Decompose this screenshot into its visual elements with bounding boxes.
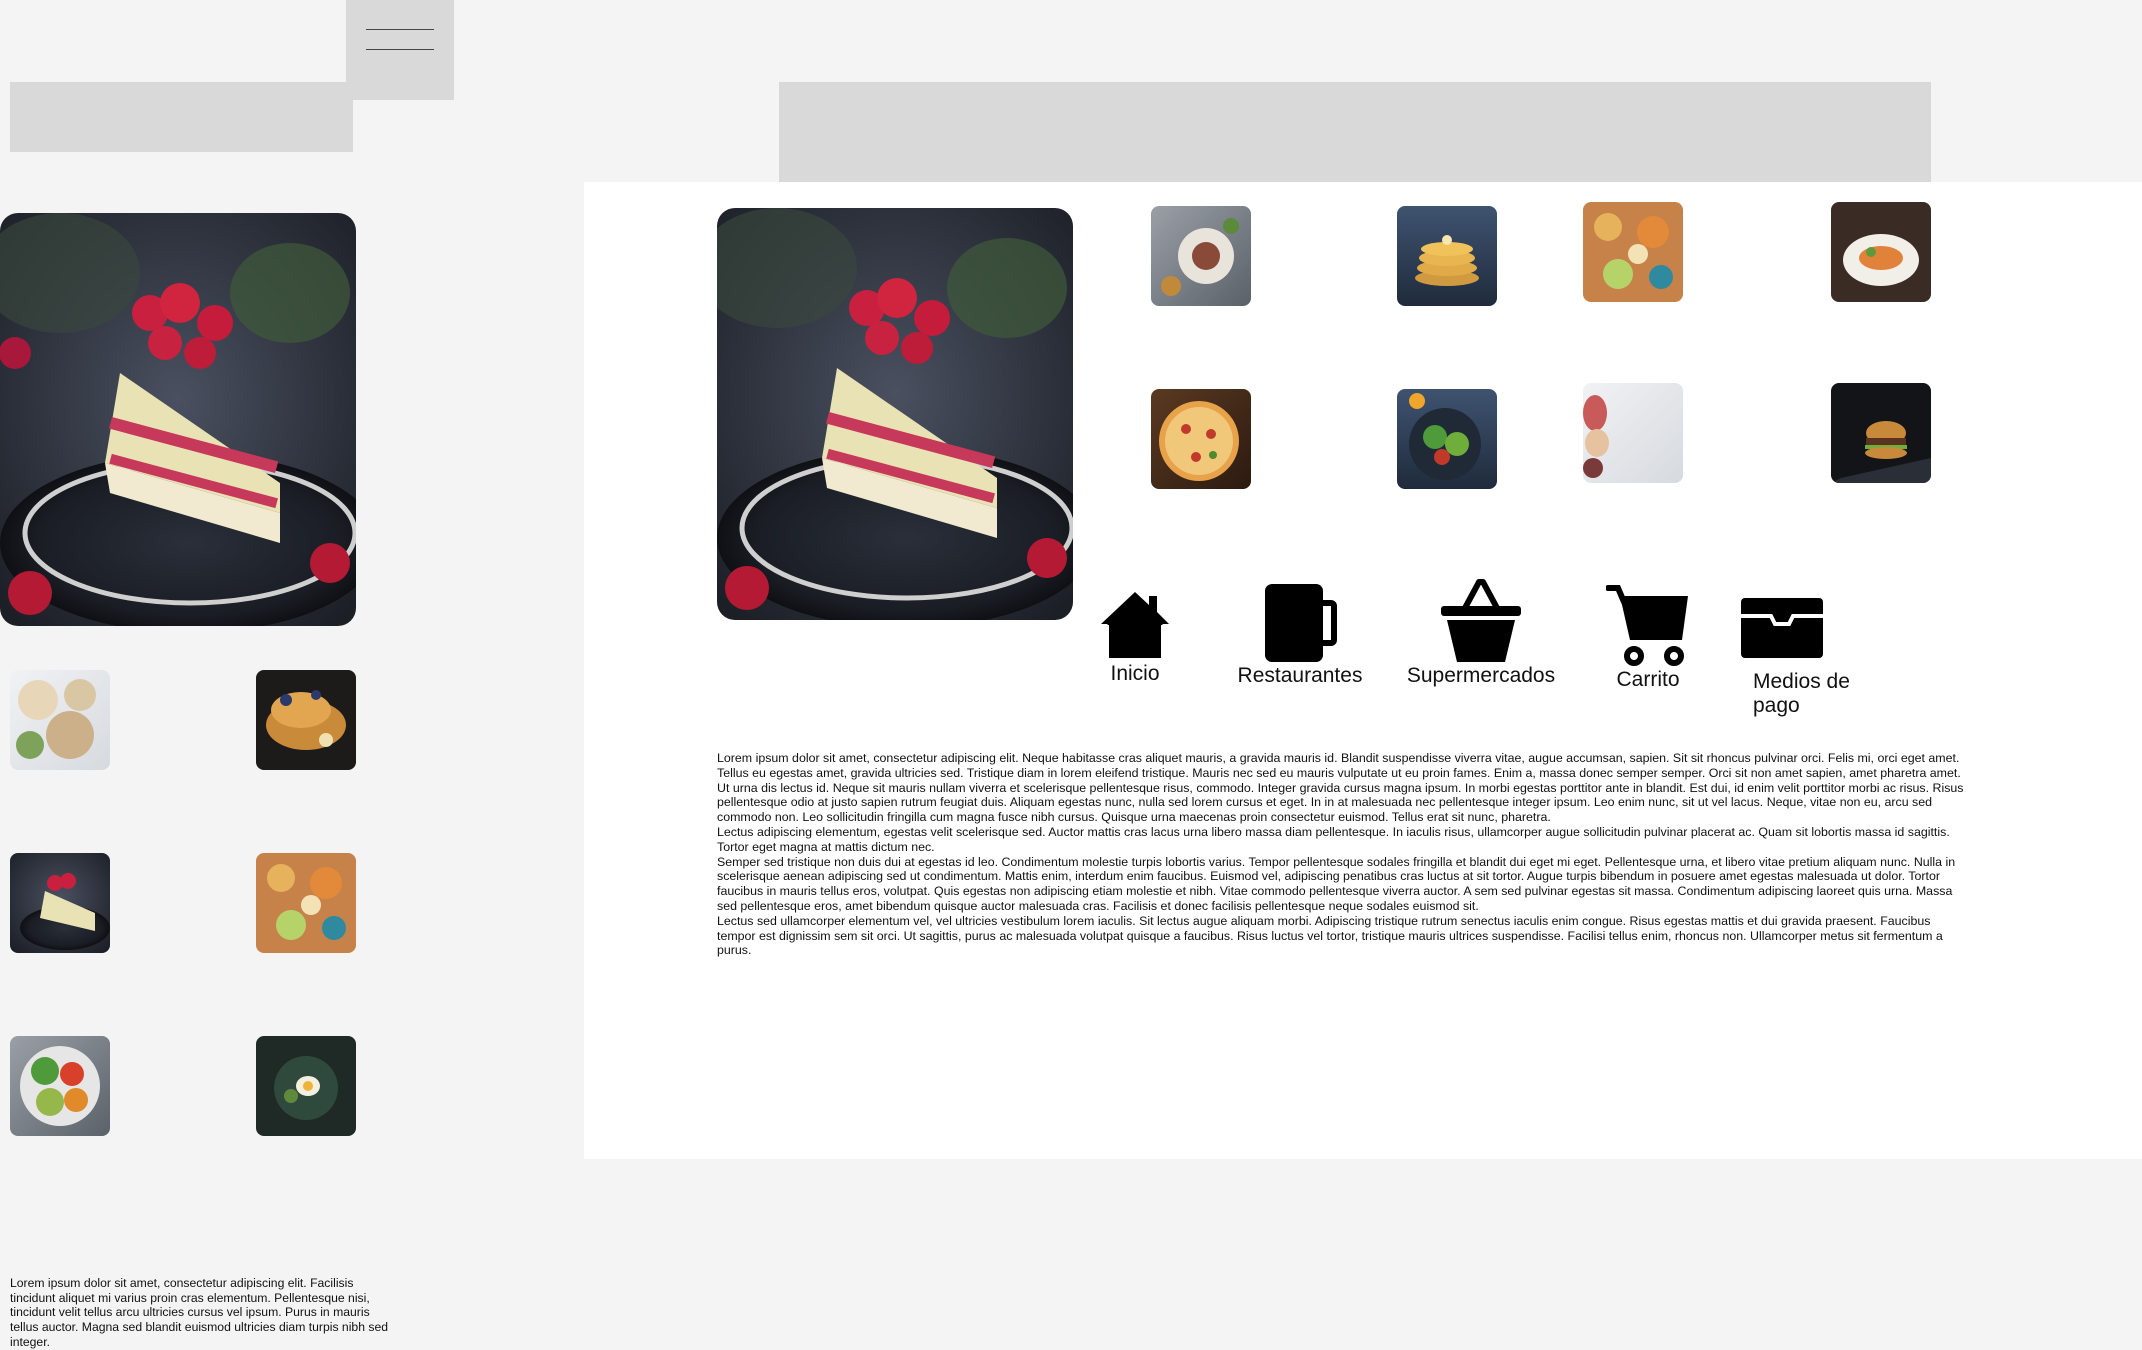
food-grid-item-charcuterie[interactable] [1583, 383, 1683, 483]
gallery-thumb-french-toast[interactable] [256, 670, 356, 770]
gallery-thumb-platter[interactable] [256, 853, 356, 953]
nav-item-medios-de-pago[interactable]: Medios de pago [1740, 598, 1850, 718]
food-grid-item-pizza[interactable] [1151, 389, 1251, 489]
main-paragraph: Semper sed tristique non duis dui at ege… [717, 854, 1956, 913]
home-icon [1101, 592, 1169, 658]
gallery-thumb-salad[interactable] [10, 1036, 110, 1136]
hamburger-menu-icon-line [366, 49, 434, 50]
cart-icon [1606, 585, 1688, 666]
main-description: Lorem ipsum dolor sit amet, consectetur … [717, 751, 1972, 958]
gallery-thumb-breakfast[interactable] [10, 670, 110, 770]
food-grid-item-plated-dishes[interactable] [1151, 206, 1251, 306]
mug-icon [1265, 584, 1337, 662]
nav-item-supermercados[interactable]: Supermercados [1404, 576, 1558, 688]
wallet-icon [1741, 598, 1823, 658]
hamburger-menu-button[interactable] [346, 0, 454, 100]
food-grid-item-platter[interactable] [1583, 202, 1683, 302]
hamburger-menu-icon [366, 29, 434, 30]
header-banner-placeholder [779, 82, 1931, 182]
main-paragraph: Lorem ipsum dolor sit amet, consectetur … [717, 751, 1961, 780]
food-grid-item-green-salad[interactable] [1397, 389, 1497, 489]
nav-item-restaurantes[interactable]: Restaurantes [1232, 582, 1368, 688]
food-grid-item-burger[interactable] [1831, 383, 1931, 483]
nav-label-restaurantes: Restaurantes [1237, 664, 1363, 687]
left-description-text: Lorem ipsum dolor sit amet, consectetur … [10, 1276, 389, 1349]
food-grid-item-salmon[interactable] [1831, 202, 1931, 302]
featured-cake-image[interactable] [717, 208, 1073, 620]
basket-icon [1441, 579, 1521, 662]
nav-item-carrito[interactable]: Carrito [1596, 584, 1700, 692]
logo-placeholder [10, 82, 353, 152]
main-paragraph: Lectus sed ullamcorper elementum vel, ve… [717, 913, 1943, 958]
food-grid-item-pancakes[interactable] [1397, 206, 1497, 306]
nav-label-carrito: Carrito [1616, 668, 1680, 691]
hero-cake-image[interactable] [0, 213, 356, 626]
gallery-thumb-egg-bowl[interactable] [256, 1036, 356, 1136]
nav-label-supermercados: Supermercados [1406, 664, 1556, 687]
main-paragraph: Lectus adipiscing elementum, egestas vel… [717, 824, 1950, 854]
nav-item-inicio[interactable]: Inicio [1096, 586, 1174, 686]
main-paragraph: Ut urna dis lectus id. Neque sit mauris … [717, 780, 1964, 825]
nav-label-inicio: Inicio [1110, 662, 1160, 685]
nav-label-medios-de-pago: Medios de pago [1753, 670, 1850, 717]
gallery-thumb-cake[interactable] [10, 853, 110, 953]
